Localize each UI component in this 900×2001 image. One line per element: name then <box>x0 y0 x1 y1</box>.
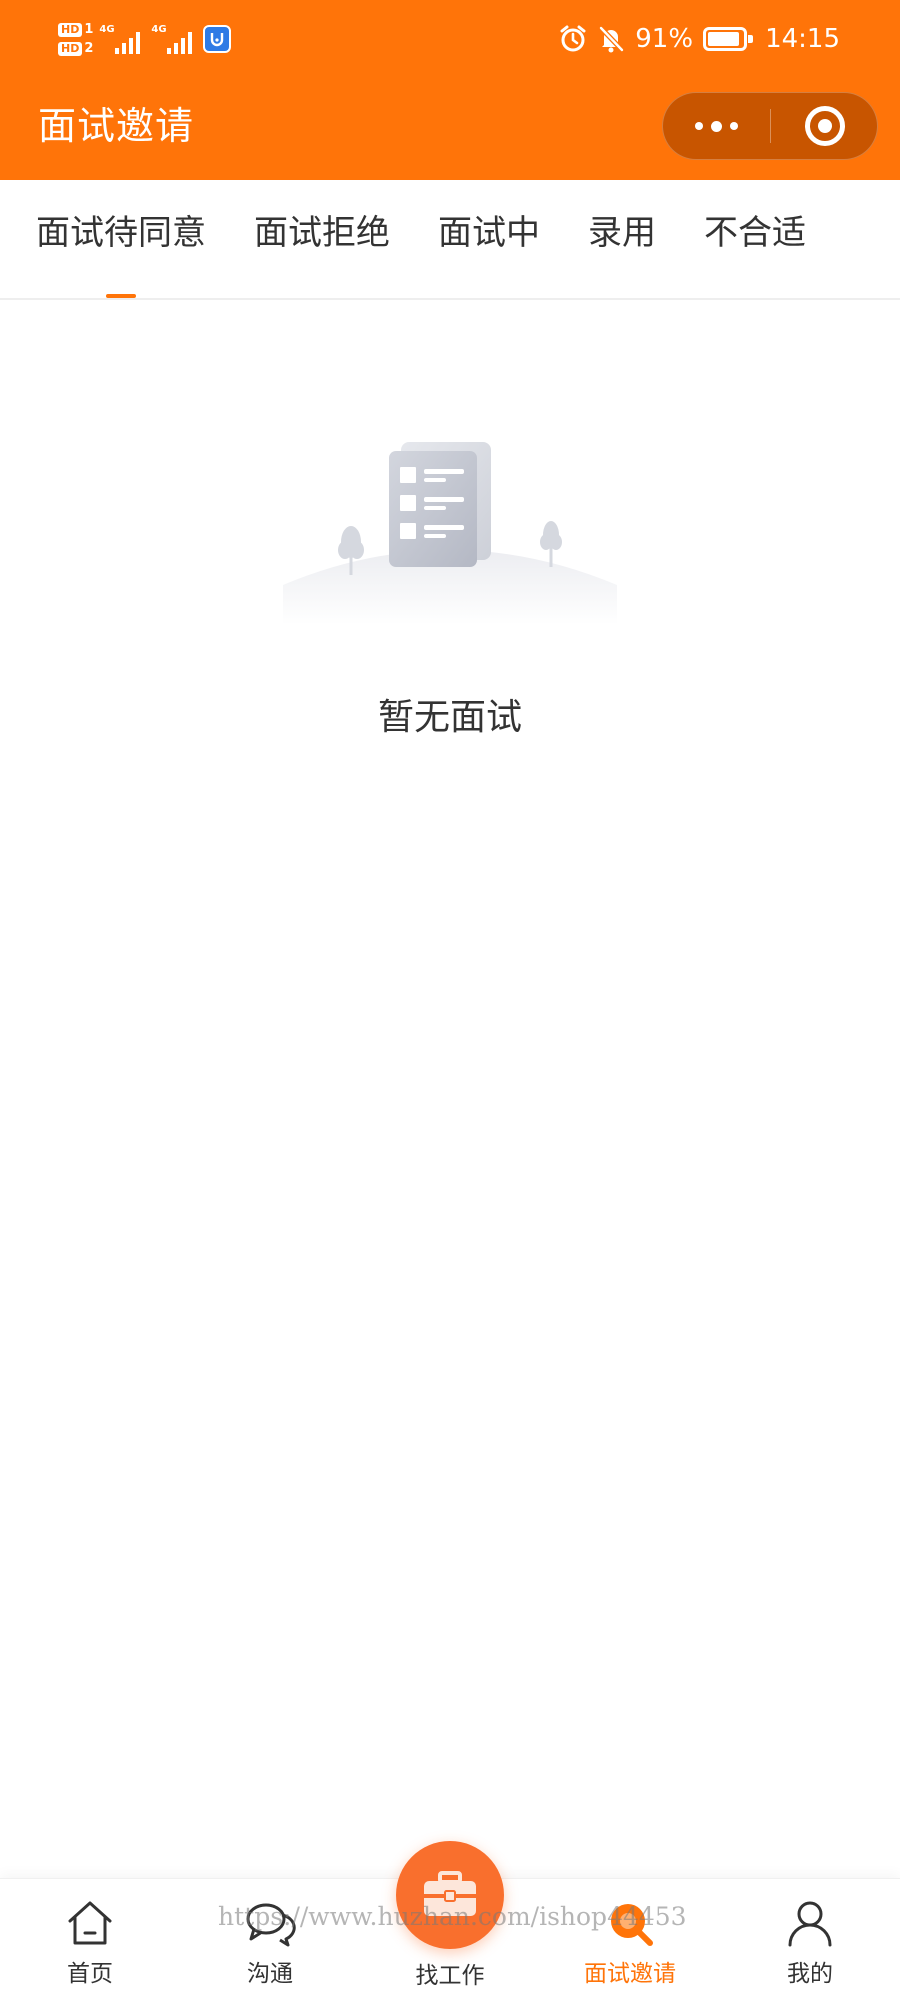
find-job-center-button[interactable] <box>396 1841 504 1949</box>
tabbar-item-home[interactable]: 首页 <box>0 1879 180 2001</box>
more-dots-icon <box>711 120 722 132</box>
chat-icon <box>246 1903 296 1947</box>
home-icon <box>68 1901 112 1945</box>
hd-label: HD <box>58 22 83 37</box>
sim1-label: 1 <box>84 22 94 37</box>
status-bar-right: 91% 14:15 <box>559 18 840 60</box>
tab-rejected[interactable]: 面试拒绝 <box>244 180 400 298</box>
hd-label: HD <box>58 41 83 56</box>
empty-state-text: 暂无面试 <box>377 697 522 738</box>
signal-icon: 4G <box>151 24 197 54</box>
tabbar-label: 面试邀请 <box>584 1961 676 1987</box>
tabbar-item-chat[interactable]: 沟通 <box>180 1879 360 2001</box>
tabbar-label: 沟通 <box>247 1961 293 1987</box>
mute-icon <box>599 26 625 53</box>
tab-label: 不合适 <box>704 213 806 253</box>
alarm-icon <box>560 25 586 52</box>
interview-icon <box>611 1904 653 1946</box>
network-type-1: 4G <box>99 24 115 35</box>
battery-percent: 91% <box>635 24 694 54</box>
signal-icon: 4G <box>99 24 145 54</box>
more-dots-icon <box>695 122 703 130</box>
battery-cap <box>748 35 754 43</box>
tab-label: 面试中 <box>438 213 540 253</box>
tab-label: 录用 <box>588 213 656 253</box>
hd-indicator-sim1: HD 1 <box>58 22 93 37</box>
status-tabs: 面试待同意 面试拒绝 面试中 录用 不合适 <box>0 180 900 300</box>
tab-label: 面试拒绝 <box>254 213 390 253</box>
tab-in-progress[interactable]: 面试中 <box>430 180 548 298</box>
tab-pending-consent[interactable]: 面试待同意 <box>24 180 218 298</box>
tabbar-item-interview[interactable]: 面试邀请 <box>540 1879 720 2001</box>
status-bar-left: HD 1 HD 2 4G 4G <box>58 14 232 64</box>
empty-document-icon <box>283 442 617 625</box>
mini-program-capsule <box>662 92 878 160</box>
more-button[interactable] <box>663 93 770 159</box>
briefcase-icon <box>424 1871 476 1916</box>
target-circle-icon <box>804 106 845 146</box>
tabbar-label: 首页 <box>67 1961 113 1987</box>
user-icon <box>788 1901 832 1947</box>
more-dots-icon <box>730 122 738 130</box>
app-notification-icon <box>203 25 232 53</box>
hd-indicators: HD 1 HD 2 <box>58 22 93 56</box>
tab-label: 面试待同意 <box>36 213 206 253</box>
tabbar-item-profile[interactable]: 我的 <box>720 1879 900 2001</box>
active-tab-indicator <box>106 294 136 298</box>
page-title: 面试邀请 <box>38 104 195 148</box>
tab-hired[interactable]: 录用 <box>580 180 664 298</box>
hd-indicator-sim2: HD 2 <box>58 41 93 56</box>
app-header: HD 1 HD 2 4G 4G 91% 14:15 面试邀请 <box>0 0 900 180</box>
status-bar: HD 1 HD 2 4G 4G 91% 14:15 <box>0 0 900 78</box>
tab-unsuitable[interactable]: 不合适 <box>696 180 814 298</box>
close-mini-program-button[interactable] <box>771 93 878 159</box>
tabbar-label: 我的 <box>787 1961 833 1987</box>
sim2-label: 2 <box>84 41 94 56</box>
network-type-2: 4G <box>151 24 167 35</box>
battery-fill <box>708 32 740 46</box>
tabbar-label: 找工作 <box>415 1963 485 1989</box>
status-time: 14:15 <box>765 24 840 54</box>
battery-icon <box>703 27 754 51</box>
